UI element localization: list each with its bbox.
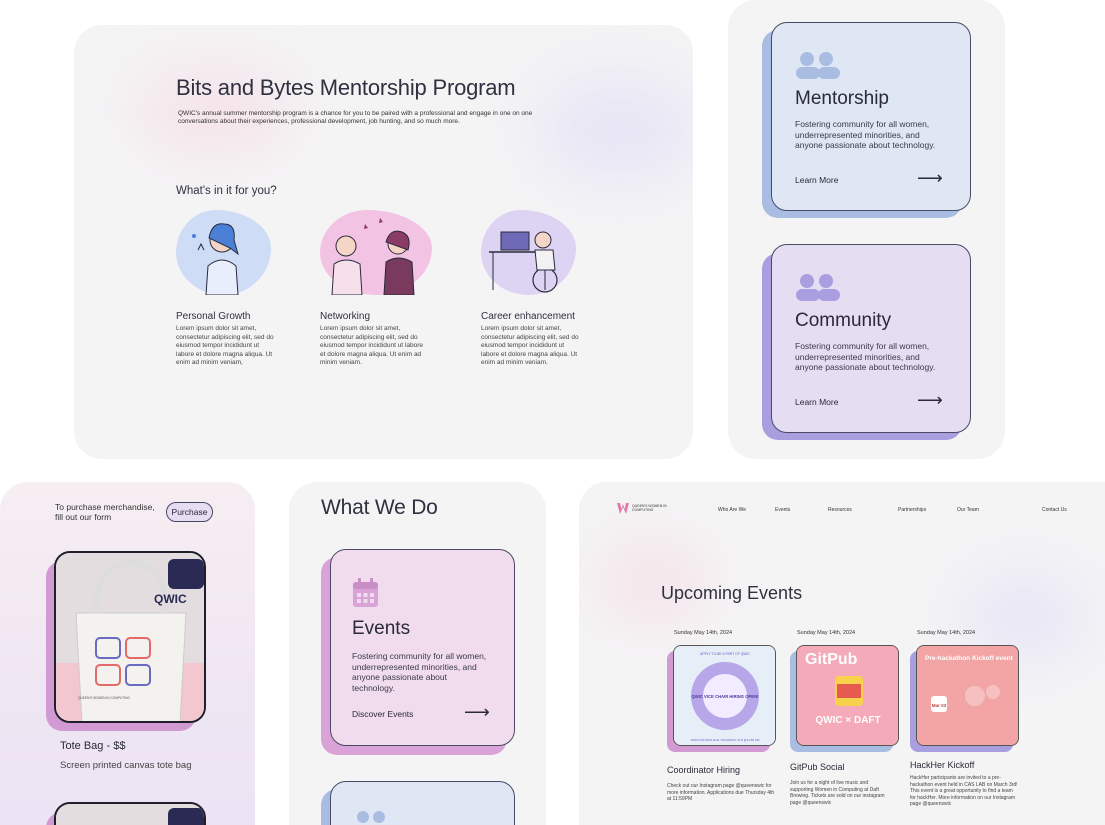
arrow-right-icon[interactable]: ⟶: [464, 703, 490, 721]
learn-more-link[interactable]: Learn More: [795, 175, 838, 185]
people-icon: [357, 811, 385, 823]
event-coordinator-hiring[interactable]: Sunday May 14th, 2024 APPLY TO BE A PART…: [667, 630, 787, 802]
tote-name: Tote Bag - $$: [60, 740, 126, 752]
program-title: Bits and Bytes Mentorship Program: [176, 75, 516, 100]
discover-events-link[interactable]: Discover Events: [352, 709, 413, 719]
tote-bag-image-2[interactable]: [54, 802, 206, 825]
event-hackher-kickoff[interactable]: Sunday May 14th, 2024 Pre-hackathon Kick…: [910, 630, 1030, 807]
card-title: Mentorship: [795, 88, 889, 109]
tote-logo-text: QWIC: [154, 592, 187, 606]
what-we-do-section: What We Do Events Fostering community fo…: [289, 482, 546, 825]
career-illustration: [481, 210, 576, 295]
benefit-text: Lorem ipsum dolor sit amet, consectetur …: [481, 325, 579, 366]
logo-text: QUEEN'S WOMEN IN COMPUTING: [632, 504, 667, 512]
benefit-title: Personal Growth: [176, 311, 251, 322]
arrow-right-icon[interactable]: ⟶: [917, 391, 943, 409]
event-date: Sunday May 14th, 2024: [674, 630, 733, 636]
nav-our-team[interactable]: Our Team: [957, 507, 979, 513]
qwic-logo-icon[interactable]: [617, 503, 629, 514]
poster-text: GitPub: [805, 651, 858, 668]
poster-top: APPLY TO BE A PART OF QWIC: [700, 652, 750, 656]
benefit-title: Networking: [320, 311, 371, 322]
personal-growth-illustration: [176, 210, 271, 296]
people-icon: [796, 274, 840, 301]
tote-bag-image[interactable]: QWIC QUEEN'S WOMEN IN COMPUTING: [54, 551, 206, 723]
event-poster[interactable]: Pre-hackathon Kickoff event Mar 03: [916, 645, 1019, 746]
event-poster[interactable]: APPLY TO BE A PART OF QWIC QWIC VICE CHA…: [673, 645, 776, 746]
merchandise-section: To purchase merchandise, fill out our fo…: [0, 482, 255, 825]
poster-text: Pre-hackathon Kickoff event: [925, 655, 1014, 662]
event-text: HackHer participants are invited to a pr…: [910, 775, 1018, 807]
upcoming-events-title: Upcoming Events: [661, 583, 803, 603]
poster-bottom: APPLICATIONS DUE THURSDAY 4TH @11:59 PM: [691, 738, 760, 742]
event-poster[interactable]: GitPub QWIC × DAFT: [796, 645, 899, 746]
tote-description: Screen printed canvas tote bag: [60, 760, 192, 771]
merch-note: To purchase merchandise, fill out our fo…: [55, 502, 155, 522]
mentorship-program-section: Bits and Bytes Mentorship Program QWIC's…: [74, 25, 693, 459]
poster-sub: QWIC × DAFT: [815, 715, 880, 726]
program-description: QWIC's annual summer mentorship program …: [178, 110, 533, 125]
event-date: Sunday May 14th, 2024: [917, 630, 976, 636]
people-icon: [796, 52, 840, 79]
benefit-career-enhancement: Career enhancement Lorem ipsum dolor sit…: [481, 210, 601, 368]
benefit-title: Career enhancement: [481, 311, 575, 322]
benefit-text: Lorem ipsum dolor sit amet, consectetur …: [176, 325, 274, 366]
programs-cards-panel: Mentorship Fostering community for all w…: [728, 0, 1005, 459]
arrow-right-icon[interactable]: ⟶: [917, 169, 943, 187]
benefit-text: Lorem ipsum dolor sit amet, consectetur …: [320, 325, 423, 366]
nav-events[interactable]: Events: [775, 507, 790, 513]
poster-text: QWIC VICE CHAIR HIRING OPEN!: [691, 694, 758, 699]
section-title: What We Do: [321, 496, 438, 519]
event-date: Sunday May 14th, 2024: [797, 630, 856, 636]
poster-date: Mar 03: [932, 703, 947, 708]
calendar-icon: [353, 578, 378, 607]
card-title: Community: [795, 310, 892, 331]
event-text: Check out our Instagram page @queenswic …: [667, 783, 775, 802]
nav-contact-us[interactable]: Contact Us: [1042, 507, 1067, 513]
nav-who-are-we[interactable]: Who Are We: [718, 507, 746, 513]
nav-resources[interactable]: Resources: [828, 507, 852, 513]
benefit-networking: Networking Lorem ipsum dolor sit amet, c…: [320, 210, 440, 368]
event-text: Join us for a night of live music and su…: [790, 780, 885, 806]
nav-partnerships[interactable]: Partnerships: [898, 507, 926, 513]
event-title: Coordinator Hiring: [667, 765, 741, 775]
learn-more-link[interactable]: Learn More: [795, 397, 838, 407]
benefit-personal-growth: Personal Growth Lorem ipsum dolor sit am…: [176, 210, 296, 368]
card-title: Events: [352, 618, 411, 639]
card-text: Fostering community for all women, under…: [352, 651, 487, 693]
networking-illustration: [320, 210, 432, 296]
event-title: HackHer Kickoff: [910, 760, 975, 770]
benefits-heading: What's in it for you?: [176, 185, 277, 197]
event-title: GitPub Social: [790, 762, 845, 772]
event-gitpub-social[interactable]: Sunday May 14th, 2024 GitPub QWIC × DAFT…: [790, 630, 910, 806]
card-text: Fostering community for all women, under…: [795, 119, 936, 150]
purchase-button[interactable]: Purchase: [166, 502, 213, 522]
events-page-preview: QUEEN'S WOMEN IN COMPUTING Who Are We Ev…: [579, 482, 1105, 825]
card-text: Fostering community for all women, under…: [795, 341, 936, 372]
tote-caption-text: QUEEN'S WOMEN IN COMPUTING: [78, 696, 130, 700]
